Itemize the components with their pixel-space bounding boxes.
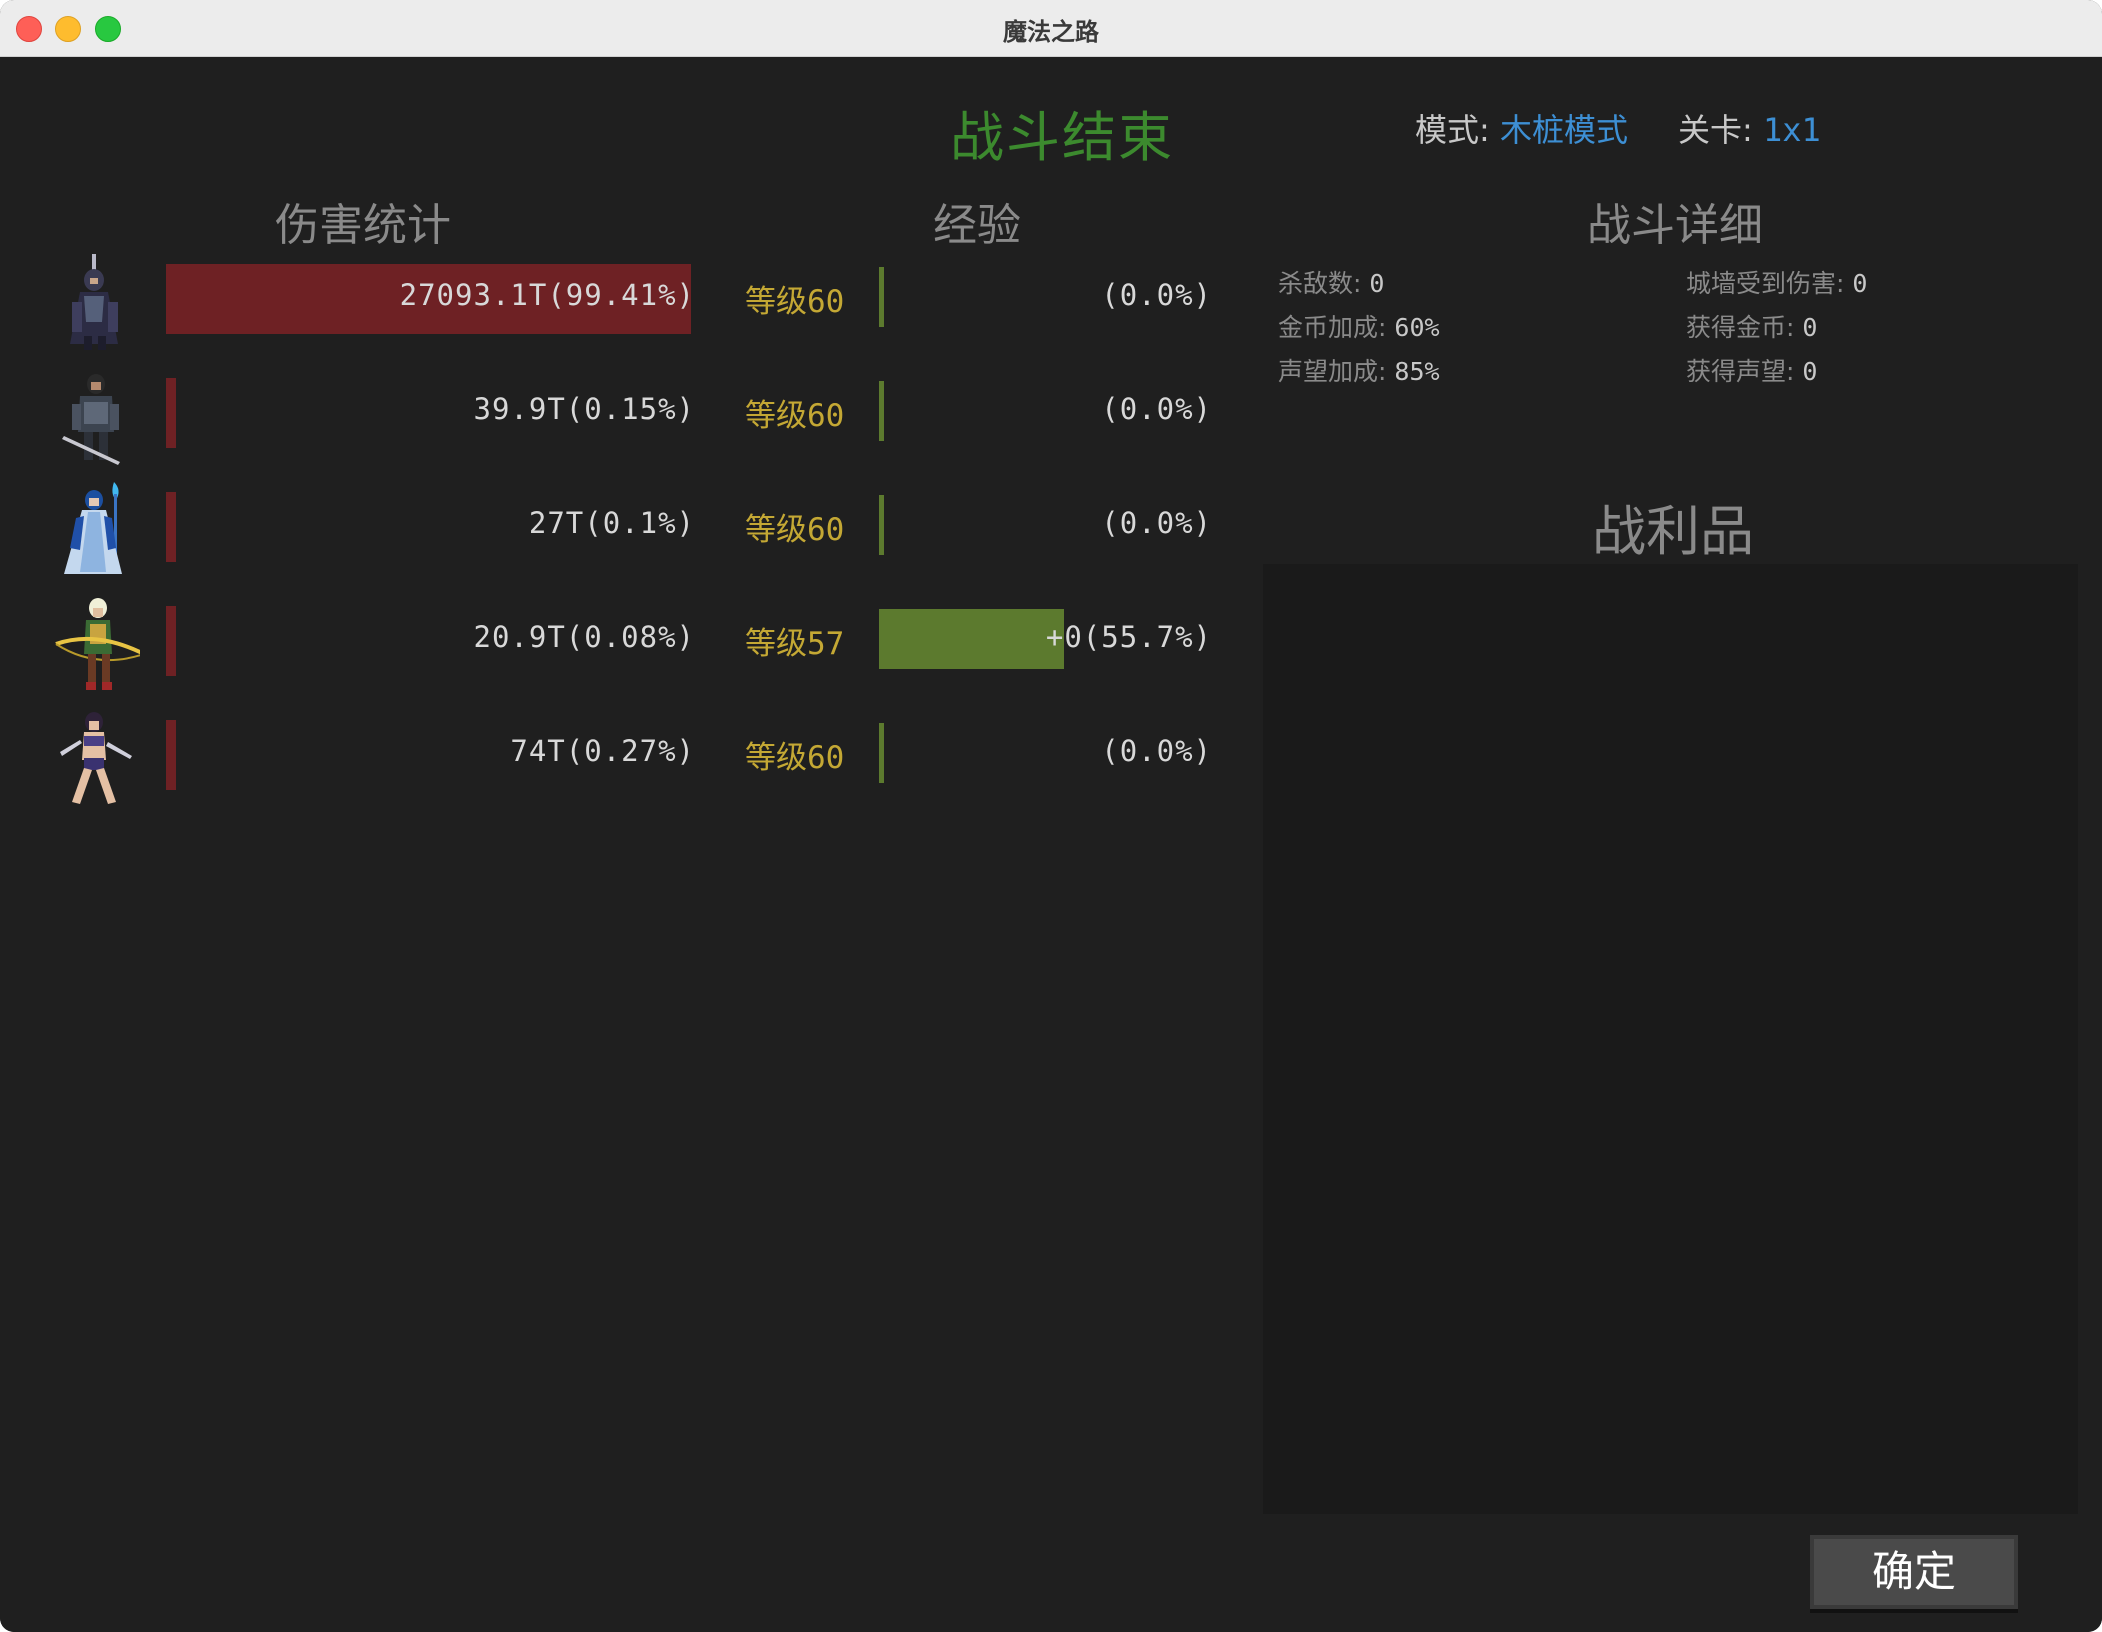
wall-damage-value: 0 — [1852, 269, 1868, 298]
dark-knight-avatar — [50, 252, 140, 352]
title-bar: 魔法之路 — [0, 0, 2102, 57]
damage-value: 74T(0.27%) — [510, 734, 695, 768]
exp-value: (0.0%) — [1101, 506, 1212, 540]
gold-gained-label: 获得金币: — [1686, 313, 1795, 342]
swordsman-avatar — [50, 366, 140, 466]
kills-label: 杀敌数: — [1278, 269, 1362, 298]
hero-level: 等级60 — [745, 398, 845, 434]
battle-details-heading: 战斗详细 — [1587, 200, 1763, 251]
damage-bar — [166, 720, 176, 790]
hero-row: 27093.1T(99.41%) 等级60 (0.0%) — [0, 252, 1240, 352]
exp-bar — [879, 267, 884, 327]
gold-gained-stat: 获得金币: 0 — [1686, 308, 1817, 344]
confirm-button[interactable]: 确定 — [1810, 1535, 2018, 1609]
battle-end-title: 战斗结束 — [950, 106, 1174, 169]
wall-damage-label: 城墙受到伤害: — [1686, 269, 1845, 298]
mode-label: 模式: — [1415, 111, 1490, 149]
damage-value: 39.9T(0.15%) — [473, 392, 695, 426]
exp-bar — [879, 381, 884, 441]
hero-row: 27T(0.1%) 等级60 (0.0%) — [0, 480, 1240, 580]
exp-heading: 经验 — [933, 200, 1021, 251]
exp-value: (0.0%) — [1101, 734, 1212, 768]
fame-gained-label: 获得声望: — [1686, 357, 1795, 386]
gold-bonus-value: 60% — [1394, 313, 1440, 342]
damage-value: 27T(0.1%) — [528, 506, 695, 540]
loot-panel — [1263, 564, 2078, 1514]
damage-stats-heading: 伤害统计 — [275, 200, 451, 251]
fame-bonus-stat: 声望加成: 85% — [1278, 352, 1440, 388]
fame-gained-stat: 获得声望: 0 — [1686, 352, 1817, 388]
exp-value: (0.0%) — [1101, 278, 1212, 312]
damage-bar — [166, 378, 176, 448]
elf-archer-avatar — [50, 594, 145, 694]
gold-gained-value: 0 — [1802, 313, 1818, 342]
damage-bar — [166, 492, 176, 562]
damage-bar — [166, 606, 176, 676]
fame-bonus-value: 85% — [1394, 357, 1440, 386]
exp-bar — [879, 723, 884, 783]
hero-row: 20.9T(0.08%) 等级57 +0(55.7%) — [0, 594, 1240, 694]
wall-damage-stat: 城墙受到伤害: 0 — [1686, 264, 1867, 300]
exp-value: +0(55.7%) — [1045, 620, 1212, 654]
kills-value: 0 — [1369, 269, 1385, 298]
fame-gained-value: 0 — [1802, 357, 1818, 386]
battle-result-screen: 战斗结束 模式: 木桩模式 关卡: 1x1 伤害统计 经验 战斗详细 27093… — [0, 57, 2102, 1632]
damage-value: 27093.1T(99.41%) — [399, 278, 695, 312]
mode-value: 木桩模式 — [1499, 111, 1628, 149]
hero-level: 等级60 — [745, 284, 845, 320]
exp-bar — [879, 609, 1064, 669]
gold-bonus-label: 金币加成: — [1278, 313, 1387, 342]
damage-value: 20.9T(0.08%) — [473, 620, 695, 654]
stage-value: 1x1 — [1762, 111, 1821, 149]
ice-mage-avatar — [50, 480, 140, 580]
fame-bonus-label: 声望加成: — [1278, 357, 1387, 386]
app-window: 魔法之路 战斗结束 模式: 木桩模式 关卡: 1x1 伤害统计 经验 战斗详细 — [0, 0, 2102, 1632]
kills-stat: 杀敌数: 0 — [1278, 264, 1384, 300]
exp-bar — [879, 495, 884, 555]
gold-bonus-stat: 金币加成: 60% — [1278, 308, 1440, 344]
hero-row: 39.9T(0.15%) 等级60 (0.0%) — [0, 366, 1240, 466]
stage-info: 关卡: 1x1 — [1678, 105, 1821, 151]
hero-level: 等级57 — [745, 626, 845, 662]
window-title: 魔法之路 — [1003, 18, 1099, 46]
stage-label: 关卡: — [1678, 111, 1753, 149]
hero-row: 74T(0.27%) 等级60 (0.0%) — [0, 708, 1240, 808]
mode-info: 模式: 木桩模式 — [1415, 105, 1628, 151]
exp-value: (0.0%) — [1101, 392, 1212, 426]
hero-level: 等级60 — [745, 512, 845, 548]
dual-blade-warrior-avatar — [50, 708, 140, 808]
hero-level: 等级60 — [745, 740, 845, 776]
loot-heading: 战利品 — [1592, 500, 1754, 563]
